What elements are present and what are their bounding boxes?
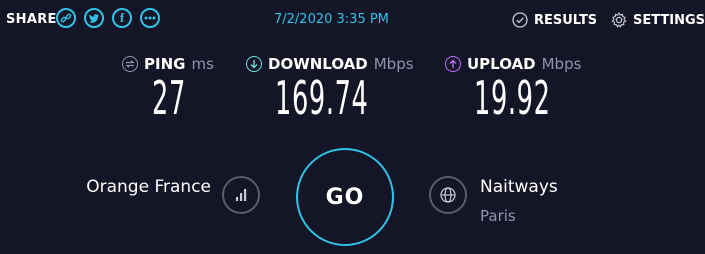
share-twitter-button[interactable] — [84, 8, 104, 28]
share-facebook-button[interactable]: f — [112, 8, 132, 28]
settings-label: SETTINGS — [633, 12, 705, 28]
share-more-button[interactable] — [140, 8, 160, 28]
signal-bars-icon — [236, 189, 247, 201]
twitter-icon — [88, 14, 99, 23]
checkmark-circle-icon — [512, 12, 528, 28]
facebook-icon: f — [119, 10, 125, 25]
ping-value: 27 — [152, 71, 186, 125]
test-timestamp: 7/2/2020 3:35 PM — [274, 12, 389, 27]
isp-button[interactable] — [222, 176, 260, 214]
upload-value: 19.92 — [474, 71, 551, 125]
link-icon — [60, 13, 72, 23]
download-value: 169.74 — [275, 71, 369, 125]
gear-icon — [611, 12, 627, 28]
share-label: SHARE — [6, 12, 57, 27]
more-icon — [144, 16, 156, 20]
server-button[interactable] — [429, 176, 467, 214]
settings-link[interactable]: SETTINGS — [611, 12, 705, 28]
upload-arrow-icon — [445, 56, 461, 72]
results-label: RESULTS — [534, 12, 598, 28]
share-link-button[interactable] — [56, 8, 76, 28]
server-location: Paris — [480, 207, 516, 225]
go-button[interactable]: GO — [296, 148, 394, 246]
results-link[interactable]: RESULTS — [512, 12, 597, 28]
isp-name: Orange France — [86, 177, 211, 197]
download-arrow-icon — [246, 56, 262, 72]
download-unit: Mbps — [373, 55, 414, 73]
server-name[interactable]: Naitways — [480, 177, 558, 197]
globe-icon — [440, 187, 456, 203]
go-label: GO — [325, 184, 365, 210]
ping-unit: ms — [191, 55, 214, 73]
ping-icon — [122, 56, 138, 72]
